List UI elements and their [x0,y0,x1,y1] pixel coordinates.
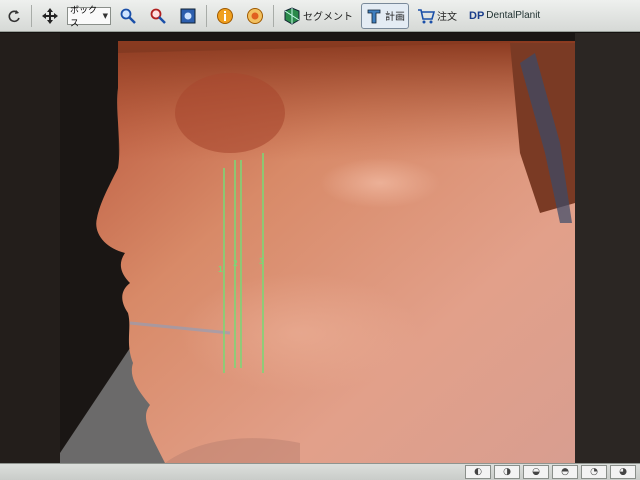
zoom-button[interactable] [115,3,141,29]
plan-label: 計画 [385,12,405,23]
help-icon [247,7,263,24]
chevron-down-icon: ▼ [102,11,108,20]
main-toolbar: ボックス ▼ セグメント 計画 注文 DP DentalPlanit [0,0,640,32]
view-top-button[interactable]: ◓ [552,465,578,479]
tool-select[interactable]: ボックス ▼ [67,6,111,29]
cart-icon [418,8,435,23]
order-label: 注文 [437,12,457,23]
view-right-button[interactable]: ◒ [523,465,549,479]
3d-render-viewport[interactable]: 1 2 3 [0,33,640,463]
implant-label-3: 3 [259,257,264,266]
eye-socket [175,73,285,153]
toolbar-separator [206,4,207,27]
view-navigation-bar: ◐ ◑ ◒ ◓ ◔ ◕ [0,463,640,480]
tool-select-value: ボックス [70,5,98,29]
fit-view-icon [180,8,196,23]
view-front-icon: ◐ [474,467,482,477]
info-button[interactable] [212,3,238,29]
dentalplanit-button[interactable]: DP DentalPlanit [465,3,544,29]
view-reset-button[interactable]: ◕ [610,465,636,479]
measure-icon [150,8,166,24]
plan-button[interactable]: 計画 [361,2,409,29]
magnifier-icon [120,8,136,24]
undo-button[interactable] [2,3,26,29]
view-top-icon: ◓ [561,467,569,477]
volume-render [0,33,640,463]
implant-label-2: 2 [233,259,238,268]
view-bottom-icon: ◔ [590,467,598,477]
order-button[interactable]: 注文 [413,3,461,29]
view-reset-icon: ◕ [619,467,627,477]
bezel-shadow [575,33,640,463]
brand-name: DentalPlanit [486,10,541,21]
help-button[interactable] [242,3,268,29]
implant-label-1: 1 [218,265,223,274]
info-icon [217,7,233,24]
view-bottom-button[interactable]: ◔ [581,465,607,479]
segment-label: セグメント [303,12,353,23]
rotate-icon [8,9,20,22]
brand-logo: DP [469,9,485,22]
implant-plan-icon [367,9,381,23]
segment-icon [284,6,300,25]
move-icon [42,7,58,24]
view-right-icon: ◒ [532,467,540,477]
toolbar-separator [31,4,32,27]
fit-view-button[interactable] [175,3,201,29]
view-left-icon: ◑ [503,467,511,477]
view-left-button[interactable]: ◑ [494,465,520,479]
bezel-shadow [0,33,60,463]
cheekbone-highlight [320,158,440,208]
measure-button[interactable] [145,3,171,29]
view-front-button[interactable]: ◐ [465,465,491,479]
pan-button[interactable] [37,3,63,29]
segment-button[interactable]: セグメント [279,3,357,29]
toolbar-separator [273,4,274,27]
